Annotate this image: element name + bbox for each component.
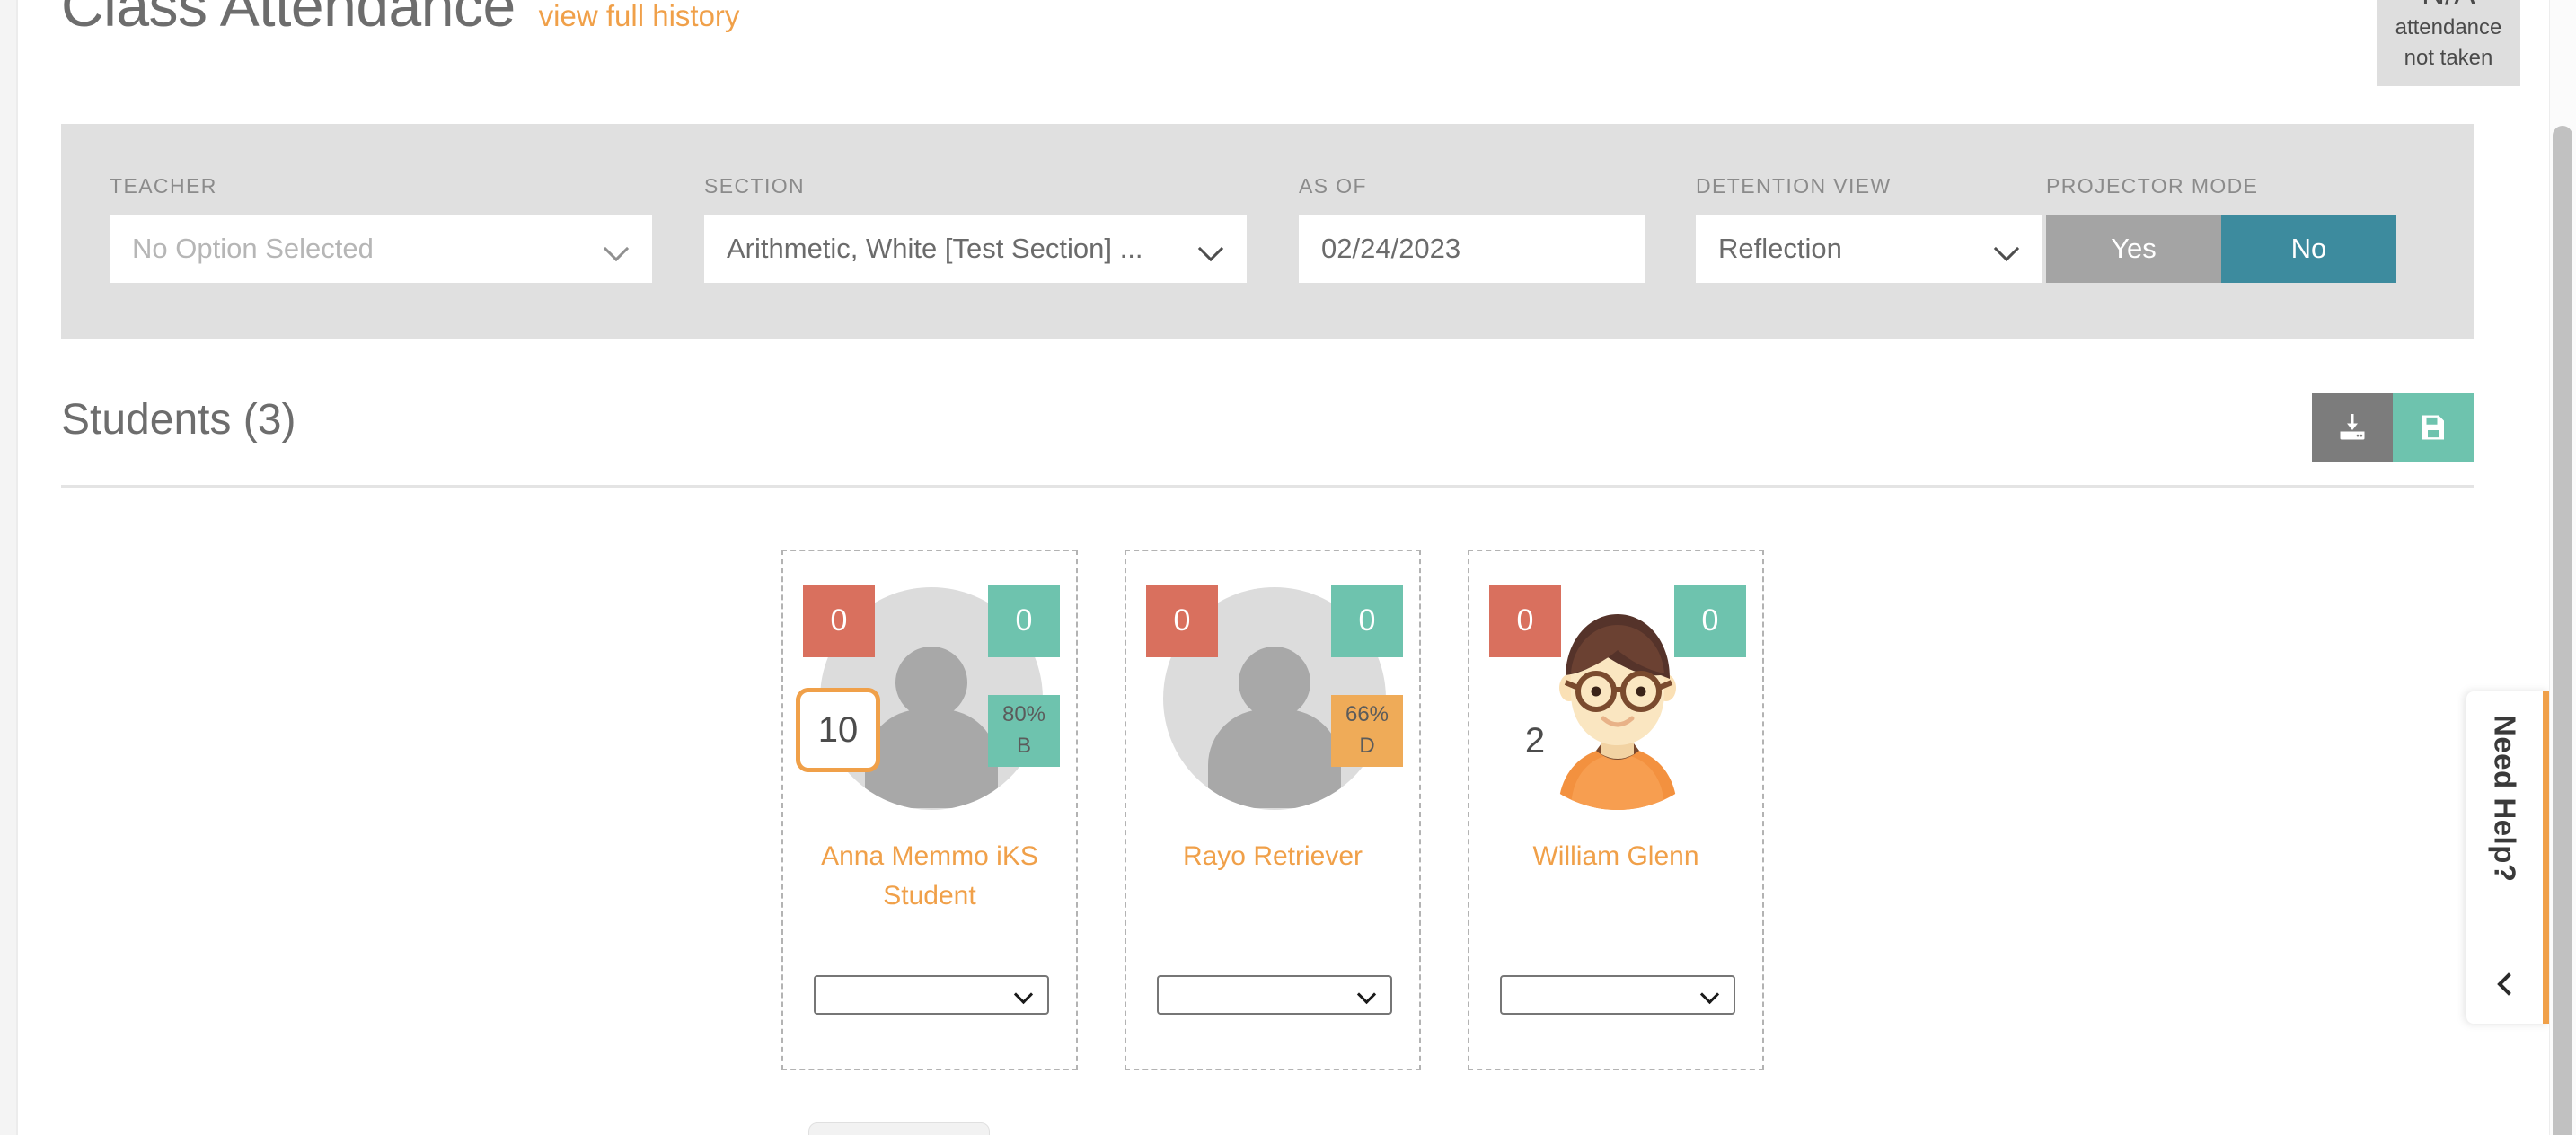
absence-count-badge[interactable]: 0 [803, 585, 875, 657]
save-button[interactable] [2393, 393, 2474, 462]
student-avatar-zone: 0 0 80% B 10 [783, 551, 1080, 821]
attendance-status-line2: not taken [2404, 45, 2493, 70]
attendance-status-select[interactable] [1157, 975, 1392, 1015]
projector-mode-yes-button[interactable]: Yes [2046, 215, 2221, 283]
attendance-status-select[interactable] [1500, 975, 1735, 1015]
left-gutter-edge [16, 0, 18, 1135]
download-icon [2340, 414, 2365, 440]
detention-view-value: Reflection [1718, 233, 1842, 264]
projector-mode-no-button[interactable]: No [2221, 215, 2396, 283]
teacher-select[interactable]: No Option Selected [110, 215, 652, 283]
person-icon-body [865, 709, 998, 808]
chevron-down-icon [1701, 986, 1719, 1004]
page-title: Class Attendance [61, 0, 516, 39]
as-of-date-input[interactable]: 02/24/2023 [1299, 215, 1645, 283]
points-value[interactable]: 2 [1493, 699, 1577, 783]
save-floppy-icon [2422, 415, 2444, 440]
filter-section: SECTION Arithmetic, White [Test Section]… [704, 174, 1247, 283]
download-button[interactable] [2312, 393, 2393, 462]
person-icon-head [1239, 647, 1310, 718]
filter-detention-view: DETENTION VIEW Reflection [1696, 174, 2042, 283]
chevron-down-icon [604, 236, 630, 261]
page-header: Class Attendance view full history [61, 0, 739, 40]
students-section-header: Students (3) [61, 386, 2474, 494]
bottom-action-button[interactable] [808, 1122, 990, 1135]
section-divider [61, 485, 2474, 488]
attendance-status-value: N/A [2386, 0, 2511, 11]
students-count-title: Students (3) [61, 396, 296, 444]
section-select-value: Arithmetic, White [Test Section] ... [727, 233, 1143, 264]
filter-teacher-label: TEACHER [110, 174, 217, 198]
vertical-scrollbar-track[interactable] [2549, 0, 2576, 1135]
student-card[interactable]: 0 0 66% D Rayo Retriever [1125, 550, 1421, 1070]
grade-percent: 80% [1001, 702, 1046, 727]
tardy-count-badge[interactable]: 0 [1674, 585, 1746, 657]
student-avatar-zone: 0 0 2 [1469, 551, 1766, 821]
as-of-date-value: 02/24/2023 [1321, 233, 1461, 264]
chevron-down-icon [1358, 986, 1376, 1004]
grade-badge[interactable]: 66% D [1331, 695, 1403, 767]
teacher-select-value: No Option Selected [132, 233, 374, 264]
filter-bar: TEACHER No Option Selected SECTION Arith… [61, 124, 2474, 339]
student-avatar-zone: 0 0 66% D [1126, 551, 1423, 821]
chevron-left-icon[interactable] [2495, 973, 2515, 993]
filter-projector-mode-label: PROJECTOR MODE [2046, 174, 2259, 198]
filter-detention-view-label: DETENTION VIEW [1696, 174, 1892, 198]
person-icon-head [895, 647, 967, 718]
tardy-count-badge[interactable]: 0 [1331, 585, 1403, 657]
grade-percent: 66% [1345, 702, 1389, 727]
need-help-tab[interactable]: Need Help? [2466, 691, 2549, 1024]
attendance-status-select[interactable] [814, 975, 1049, 1015]
need-help-label: Need Help? [2488, 715, 2522, 883]
student-card[interactable]: 0 0 80% B 10 Anna Memmo iKS Student [781, 550, 1078, 1070]
absence-count-badge[interactable]: 0 [1146, 585, 1218, 657]
attendance-status-line1: attendance [2395, 14, 2502, 40]
view-full-history-link[interactable]: view full history [539, 0, 740, 33]
attendance-not-taken-badge: N/A attendance not taken [2377, 0, 2520, 86]
chevron-down-icon [1199, 236, 1224, 261]
filter-teacher: TEACHER No Option Selected [110, 174, 652, 283]
absence-count-badge[interactable]: 0 [1489, 585, 1561, 657]
student-card[interactable]: 0 0 2 William Glenn [1468, 550, 1764, 1070]
chevron-down-icon [1015, 986, 1033, 1004]
chevron-down-icon [1995, 236, 2020, 261]
page-root: Class Attendance view full history N/A a… [0, 0, 2576, 1135]
projector-mode-toggle: Yes No [2046, 215, 2396, 283]
grade-letter: B [1016, 734, 1031, 758]
student-name-link[interactable]: Anna Memmo iKS Student [796, 837, 1063, 915]
filter-as-of: AS OF 02/24/2023 [1299, 174, 1645, 283]
detention-view-select[interactable]: Reflection [1696, 215, 2042, 283]
student-cards-container: 0 0 80% B 10 Anna Memmo iKS Student 0 0 … [781, 550, 1764, 1070]
student-name-link[interactable]: William Glenn [1482, 837, 1750, 876]
section-select[interactable]: Arithmetic, White [Test Section] ... [704, 215, 1247, 283]
left-page-gutter [0, 0, 16, 1135]
grade-badge[interactable]: 80% B [988, 695, 1060, 767]
tardy-count-badge[interactable]: 0 [988, 585, 1060, 657]
filter-projector-mode: PROJECTOR MODE Yes No [2046, 174, 2396, 283]
students-header-actions [2312, 393, 2474, 462]
filter-as-of-label: AS OF [1299, 174, 1368, 198]
student-name-link[interactable]: Rayo Retriever [1139, 837, 1407, 876]
filter-section-label: SECTION [704, 174, 806, 198]
vertical-scrollbar-thumb[interactable] [2553, 126, 2572, 1135]
points-value[interactable] [1150, 699, 1234, 783]
grade-letter: D [1359, 734, 1375, 758]
points-value[interactable]: 10 [796, 688, 880, 772]
